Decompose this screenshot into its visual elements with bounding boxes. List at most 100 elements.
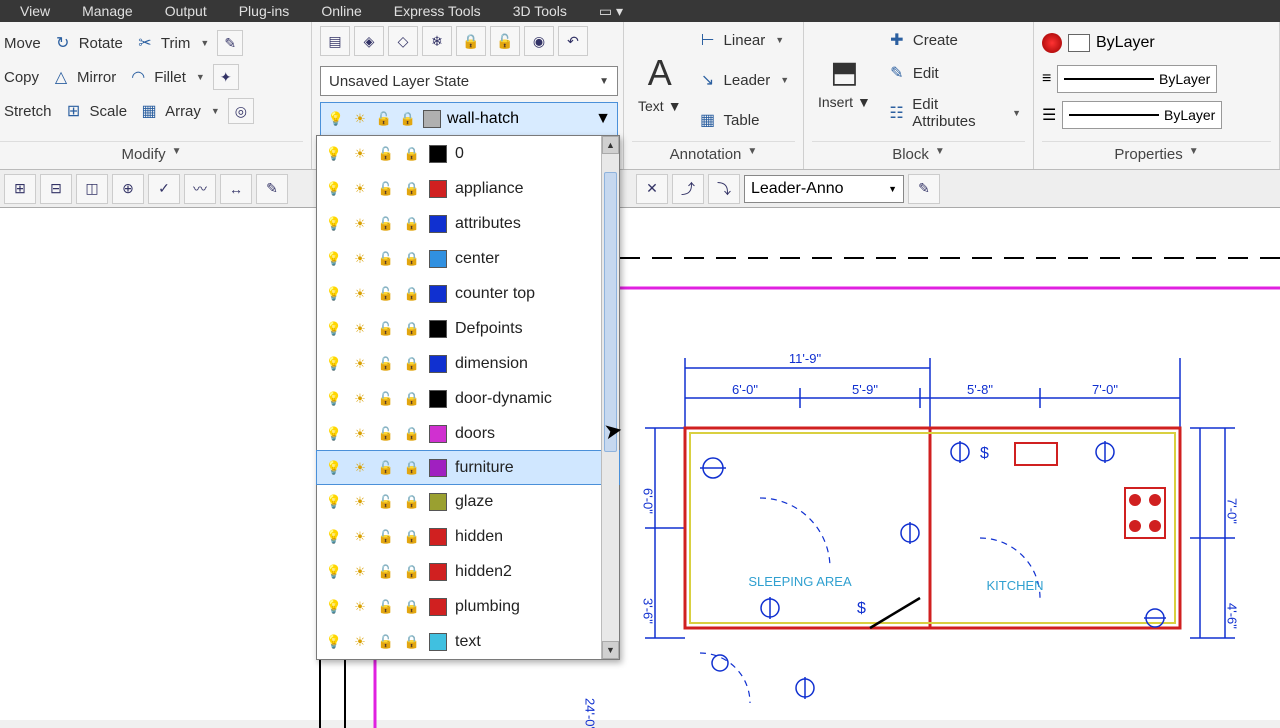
panel-annotation-title[interactable]: Annotation▼ [632, 141, 795, 169]
tb-7[interactable]: ↔ [220, 174, 252, 204]
linear-button[interactable]: ⊢Linear▼ [694, 28, 794, 52]
tb-5[interactable]: ✓ [148, 174, 180, 204]
menu-view[interactable]: View [4, 3, 66, 19]
move-button[interactable]: Move [0, 33, 45, 54]
layer-item-attributes[interactable]: 💡 ☀ 🔓 🔒 attributes [317, 206, 619, 241]
lineweight-icon: ≡ [1042, 70, 1051, 88]
leader-button[interactable]: ↘Leader▼ [694, 68, 794, 92]
layer-lock-button[interactable]: 🔒 [456, 26, 486, 56]
tb-2[interactable]: ⊟ [40, 174, 72, 204]
leader-style-dropdown[interactable]: Leader-Anno▼ [744, 175, 904, 203]
menu-express[interactable]: Express Tools [378, 3, 497, 19]
layer-name-label: hidden2 [455, 563, 611, 581]
bulb-icon: 💡 [327, 110, 345, 128]
panel-properties-title[interactable]: Properties▼ [1042, 141, 1271, 169]
tb-12[interactable]: ✎ [908, 174, 940, 204]
explode-button[interactable]: ✦ [213, 64, 239, 90]
tb-11[interactable]: ⤵ [708, 174, 740, 204]
tb-10[interactable]: ⤴ [672, 174, 704, 204]
layer-item-counter-top[interactable]: 💡 ☀ 🔓 🔒 counter top [317, 276, 619, 311]
menu-manage[interactable]: Manage [66, 3, 149, 19]
array-button[interactable]: ▦Array▼ [135, 99, 224, 123]
color-swatch [429, 528, 447, 546]
drawing-canvas[interactable]: 11'-9" 6'-0" 5'-9" 5'-8" 7'-0" 7'-0" 4'-… [0, 208, 1280, 720]
trim-button[interactable]: ✂Trim▼ [131, 31, 213, 55]
tb-6[interactable]: 〰 [184, 174, 216, 204]
layer-item-hidden2[interactable]: 💡 ☀ 🔓 🔒 hidden2 [317, 554, 619, 589]
layer-item-plumbing[interactable]: 💡 ☀ 🔓 🔒 plumbing [317, 589, 619, 624]
layer-item-center[interactable]: 💡 ☀ 🔓 🔒 center [317, 241, 619, 276]
layer-prev-button[interactable]: ↶ [558, 26, 588, 56]
layer-item-appliance[interactable]: 💡 ☀ 🔓 🔒 appliance [317, 171, 619, 206]
layer-freeze-button[interactable]: ❄ [422, 26, 452, 56]
layer-name-label: door-dynamic [455, 390, 611, 408]
insert-button[interactable]: ⬒ Insert ▼ [812, 26, 877, 139]
panel-modify-title[interactable]: Modify▼ [0, 141, 303, 169]
fillet-button[interactable]: ◠Fillet▼ [124, 65, 209, 89]
create-button[interactable]: ✚Create [883, 28, 1025, 52]
svg-text:24'-0": 24'-0" [583, 698, 598, 728]
tb-8[interactable]: ✎ [256, 174, 288, 204]
tb-9[interactable]: ✕ [636, 174, 668, 204]
layer-item-Defpoints[interactable]: 💡 ☀ 🔓 🔒 Defpoints [317, 311, 619, 346]
sun-icon: ☀ [351, 285, 369, 303]
layer-item-glaze[interactable]: 💡 ☀ 🔓 🔒 glaze [317, 484, 619, 519]
dropdown-scrollbar[interactable]: ▲ ▼ [601, 136, 619, 659]
bulb-icon: 💡 [325, 528, 343, 546]
vp-icon: 🔓 [377, 180, 395, 198]
scroll-thumb[interactable] [604, 172, 617, 452]
erase-button[interactable]: ✎ [217, 30, 243, 56]
layer-iso-button[interactable]: ◇ [388, 26, 418, 56]
layer-off-button[interactable]: ◈ [354, 26, 384, 56]
layer-state-dropdown[interactable]: Unsaved Layer State▼ [320, 66, 618, 96]
layer-name-label: glaze [455, 493, 611, 511]
text-button[interactable]: A Text ▼ [632, 26, 688, 139]
tb-3[interactable]: ◫ [76, 174, 108, 204]
stretch-button[interactable]: Stretch [0, 101, 56, 122]
layer-item-furniture[interactable]: 💡 ☀ 🔓 🔒 furniture [316, 450, 620, 485]
copy-button[interactable]: Copy [0, 67, 43, 88]
lock-icon: 🔒 [403, 285, 421, 303]
offset-button[interactable]: ◎ [228, 98, 254, 124]
sun-icon: ☀ [351, 215, 369, 233]
color-swatch [429, 320, 447, 338]
menu-online[interactable]: Online [305, 3, 377, 19]
menu-plugins[interactable]: Plug-ins [223, 3, 306, 19]
layer-item-text[interactable]: 💡 ☀ 🔓 🔒 text [317, 624, 619, 659]
sun-icon: ☀ [351, 355, 369, 373]
bulb-icon: 💡 [325, 563, 343, 581]
sun-icon: ☀ [351, 250, 369, 268]
edit-attrs-button[interactable]: ☷Edit Attributes▼ [883, 94, 1025, 132]
layer-match-button[interactable]: ◉ [524, 26, 554, 56]
layer-unlock-button[interactable]: 🔓 [490, 26, 520, 56]
rotate-button[interactable]: ↻Rotate [49, 31, 127, 55]
sun-icon: ☀ [351, 320, 369, 338]
color-bylayer[interactable]: ByLayer [1096, 34, 1155, 52]
layer-item-door-dynamic[interactable]: 💡 ☀ 🔓 🔒 door-dynamic [317, 381, 619, 416]
layer-item-0[interactable]: 💡 ☀ 🔓 🔒 0 [317, 136, 619, 171]
lineweight-dropdown[interactable]: ByLayer [1057, 65, 1217, 93]
layer-dropdown-list[interactable]: 💡 ☀ 🔓 🔒 0 💡 ☀ 🔓 🔒 appliance 💡 ☀ 🔓 🔒 attr… [316, 135, 620, 660]
layer-props-button[interactable]: ▤ [320, 26, 350, 56]
scroll-up-icon[interactable]: ▲ [602, 136, 619, 154]
menu-3dtools[interactable]: 3D Tools [497, 3, 583, 19]
scroll-down-icon[interactable]: ▼ [602, 641, 619, 659]
menu-extra-icon[interactable]: ▭ ▾ [583, 3, 639, 20]
bulb-icon: 💡 [325, 425, 343, 443]
lock-icon: 🔒 [403, 320, 421, 338]
layer-item-hidden[interactable]: 💡 ☀ 🔓 🔒 hidden [317, 519, 619, 554]
layer-item-dimension[interactable]: 💡 ☀ 🔓 🔒 dimension [317, 346, 619, 381]
tb-1[interactable]: ⊞ [4, 174, 36, 204]
table-button[interactable]: ▦Table [694, 108, 794, 132]
layer-current-dropdown[interactable]: 💡 ☀ 🔓 🔒 wall-hatch ▼ [320, 102, 618, 136]
lock-icon: 🔒 [403, 145, 421, 163]
scale-button[interactable]: ⊞Scale [60, 99, 132, 123]
menu-output[interactable]: Output [149, 3, 223, 19]
linetype-dropdown[interactable]: ByLayer [1062, 101, 1222, 129]
mirror-button[interactable]: △Mirror [47, 65, 120, 89]
ribbon: Move ↻Rotate ✂Trim▼ ✎ Copy △Mirror ◠Fill… [0, 22, 1280, 170]
panel-block-title[interactable]: Block▼ [812, 141, 1025, 169]
layer-item-doors[interactable]: 💡 ☀ 🔓 🔒 doors [317, 416, 619, 451]
edit-button[interactable]: ✎Edit [883, 61, 1025, 85]
tb-4[interactable]: ⊕ [112, 174, 144, 204]
